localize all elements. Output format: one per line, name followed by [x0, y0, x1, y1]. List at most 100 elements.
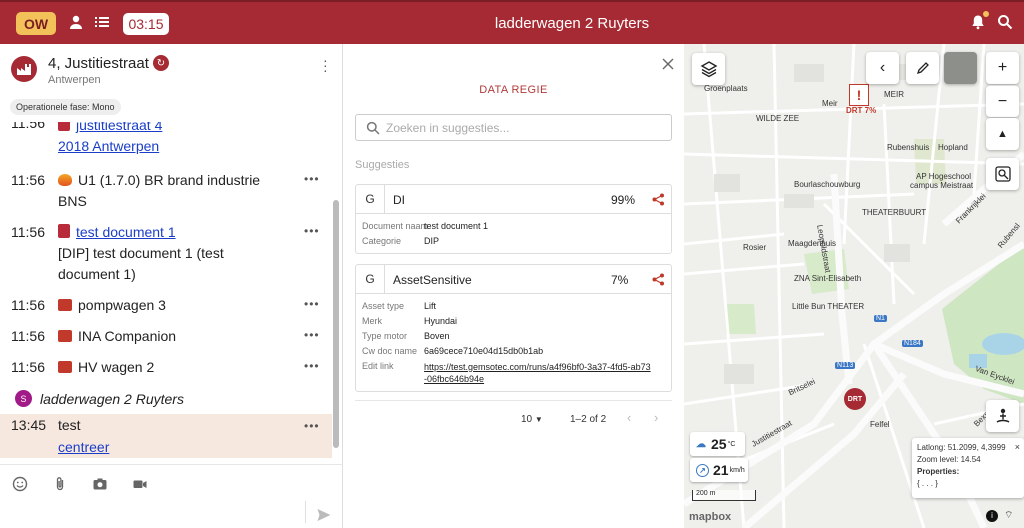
map-search-button[interactable]: [986, 158, 1019, 190]
composer: [0, 464, 343, 528]
collapse-button[interactable]: ‹: [866, 52, 899, 84]
map-label: WILDE ZEE: [756, 114, 800, 123]
field-value: Boven: [424, 331, 450, 341]
more-icon[interactable]: •••: [304, 297, 320, 311]
log-link[interactable]: 2018 Antwerpen: [58, 138, 159, 154]
wifi-icon: ⌔: [1004, 510, 1014, 521]
more-icon[interactable]: •••: [304, 359, 320, 373]
satellite-toggle[interactable]: [944, 52, 977, 84]
map-label: ZNA Sint-Elisabeth: [794, 274, 862, 283]
log-time: 11:56: [11, 328, 45, 344]
field-key: Document naam: [362, 221, 429, 231]
latlong-text: Latlong: 51.2099, 4,3999: [917, 443, 1006, 452]
video-icon[interactable]: [132, 476, 148, 492]
zoom-out-button[interactable]: −: [986, 85, 1019, 117]
street-view-button[interactable]: [986, 400, 1019, 432]
next-page-icon[interactable]: ›: [654, 410, 658, 425]
map-label: AP Hogeschool: [916, 172, 971, 181]
incident-marker[interactable]: DRT: [844, 388, 866, 410]
card-name: AssetSensitive: [393, 273, 472, 287]
road-shield: N184: [902, 340, 923, 347]
list-item: 11:56 U1 (1.7.0) BR brand industrie BNS …: [0, 170, 332, 214]
close-icon[interactable]: ×: [1015, 441, 1020, 453]
incident-panel: 4, Justitiestraat ↻ Antwerpen · · · Operat…: [0, 44, 343, 528]
card-field: Edit link https://test.gemsotec.com/runs/…: [356, 361, 671, 387]
card-field: Categorie DIP: [356, 236, 671, 251]
suggestion-card[interactable]: G DI 99% Document naam test document 1 Ca…: [355, 184, 672, 254]
field-key: Merk: [362, 316, 382, 326]
more-icon[interactable]: •••: [304, 419, 320, 433]
log-text: [DIP] test document 1 (test: [58, 245, 224, 261]
share-icon[interactable]: [652, 273, 665, 286]
map-label: DRT 7%: [846, 106, 877, 115]
zoom-in-button[interactable]: +: [986, 52, 1019, 84]
fire-truck-icon: [58, 299, 72, 311]
panel-title: DATA REGIE: [479, 84, 548, 96]
list-item: 11:56 INA Companion •••: [0, 326, 332, 348]
log-link[interactable]: justitiestraat 4: [76, 122, 162, 133]
info-icon[interactable]: i: [986, 510, 998, 522]
more-icon[interactable]: •••: [304, 224, 320, 238]
emoji-icon[interactable]: [12, 476, 28, 492]
alert-marker[interactable]: !: [849, 84, 869, 106]
map-label: Meir: [822, 99, 838, 108]
scrollbar[interactable]: [333, 200, 339, 448]
log-time: 11:56: [11, 172, 45, 188]
properties-value[interactable]: { . . . }: [917, 479, 938, 488]
map-label: Groenplaats: [704, 84, 748, 93]
card-type: G: [356, 265, 385, 293]
field-value: Hyundai: [424, 316, 458, 326]
divider: [355, 400, 672, 401]
user-name: ladderwagen 2 Ruyters: [40, 390, 184, 407]
send-icon[interactable]: [316, 507, 332, 523]
close-icon[interactable]: [662, 58, 674, 70]
search-input[interactable]: Zoeken in suggesties...: [355, 114, 672, 141]
field-key: Edit link: [362, 361, 394, 371]
redirect-icon[interactable]: ↻: [153, 55, 169, 71]
log-link[interactable]: test document 1: [76, 224, 176, 240]
compass-icon: ▲: [997, 128, 1008, 140]
card-percent: 7%: [611, 273, 629, 287]
search-icon[interactable]: [997, 14, 1013, 30]
temperature-unit: °C: [727, 440, 736, 448]
message-text: test: [58, 417, 81, 433]
map-search-icon: [994, 166, 1011, 182]
temperature-value: 25: [711, 436, 727, 452]
incident-title: 4, Justitiestraat: [48, 55, 149, 72]
kebab-menu-icon[interactable]: · · ·: [323, 53, 328, 77]
suggestion-card[interactable]: G AssetSensitive 7% Asset type Lift Merk H…: [355, 264, 672, 392]
incident-city: Antwerpen: [48, 74, 101, 86]
attachment-icon[interactable]: [52, 476, 68, 492]
wind-value: 21: [713, 462, 729, 478]
card-type: G: [356, 185, 385, 213]
more-icon[interactable]: •••: [304, 172, 320, 186]
map-label: Maagdenhuis: [788, 239, 837, 248]
data-regie-panel: DATA REGIE Zoeken in suggesties... Sugge…: [343, 44, 684, 528]
message-item: 13:45 test centreer •••: [0, 414, 332, 458]
search-placeholder: Zoeken in suggesties...: [386, 121, 510, 135]
temperature-widget: ☁ 25 °C: [690, 432, 745, 456]
camera-icon[interactable]: [92, 476, 108, 492]
map-label: Rubenshuis: [887, 143, 930, 152]
field-value: 6a69cece710e04d15db0b1ab: [424, 346, 544, 356]
edit-link[interactable]: https://test.gemsotec.com/runs/a4f96bf0-…: [424, 361, 652, 385]
compass-button[interactable]: ▲: [986, 118, 1019, 150]
share-icon[interactable]: [652, 193, 665, 206]
notification-dot: [983, 11, 989, 17]
draw-button[interactable]: [906, 52, 939, 84]
log-time: 11:56: [11, 359, 45, 375]
phase-badge: Operationele fase: Mono: [10, 99, 121, 115]
field-value: Lift: [424, 301, 437, 311]
prev-page-icon[interactable]: ‹: [627, 410, 631, 425]
coordinate-info-box: Latlong: 51.2099, 4,3999 Zoom level: 14.…: [912, 438, 1024, 498]
map[interactable]: Groenplaats Meir MEIR ! DRT 7% WILDE ZEE…: [684, 44, 1024, 528]
mapbox-logo: mapbox: [689, 511, 732, 523]
layers-button[interactable]: [692, 53, 725, 85]
per-page-select[interactable]: 10 ▼: [521, 414, 543, 425]
more-icon[interactable]: •••: [304, 328, 320, 342]
map-label: MEIR: [884, 90, 904, 99]
centreer-link[interactable]: centreer: [58, 439, 109, 455]
road-shield: N1: [874, 315, 887, 322]
map-label: THEATERBUURT: [862, 208, 927, 217]
log-text: HV wagen 2: [78, 359, 155, 375]
